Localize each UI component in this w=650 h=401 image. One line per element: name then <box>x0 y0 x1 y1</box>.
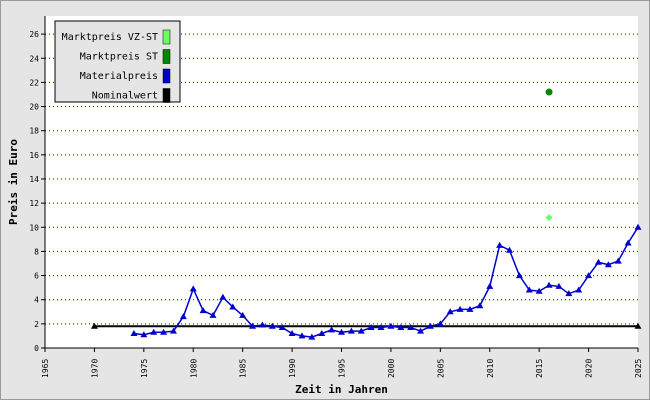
y-tick-label: 22 <box>29 78 39 87</box>
y-tick-label: 24 <box>29 54 39 63</box>
y-tick-label: 2 <box>34 320 39 329</box>
x-tick-label: 2005 <box>436 359 445 378</box>
x-tick-label: 1990 <box>288 359 297 378</box>
legend-swatch <box>162 88 171 103</box>
chart: 024681012141618202224261965 1970 1975 1980 1… <box>7 16 643 396</box>
legend-swatch <box>162 68 171 84</box>
legend-label: Materialpreis <box>80 71 158 82</box>
x-tick-label: 2015 <box>535 359 544 378</box>
x-tick-label: 1995 <box>338 359 347 378</box>
legend-label: Nominalwert <box>92 91 158 102</box>
x-tick-label: 2000 <box>387 359 396 378</box>
x-tick-label: 1965 <box>41 359 50 378</box>
x-tick-label: 1985 <box>239 359 248 378</box>
x-tick-label: 2025 <box>634 359 643 378</box>
legend-swatch <box>162 49 171 64</box>
legend-swatch <box>162 29 171 45</box>
y-tick-label: 10 <box>29 223 39 232</box>
x-axis-title: Zeit in Jahren <box>295 383 388 396</box>
y-tick-label: 14 <box>29 175 39 184</box>
x-tick-label: 1970 <box>90 359 99 378</box>
x-tick-label: 1975 <box>140 359 149 378</box>
legend-label: Marktpreis VZ-ST <box>62 32 158 43</box>
y-tick-label: 0 <box>34 344 39 353</box>
data-point <box>545 88 553 96</box>
y-tick-label: 20 <box>29 103 39 112</box>
y-tick-label: 8 <box>34 247 39 256</box>
y-tick-label: 12 <box>29 199 39 208</box>
x-tick-label: 1980 <box>189 359 198 378</box>
legend-label: Marktpreis ST <box>80 52 158 63</box>
y-tick-label: 26 <box>29 30 39 39</box>
chart-frame: 0 2 4 6 8 10 12 14 16 18 20 22 24 26 1965 1970 1975 1980 1… <box>0 0 650 400</box>
x-tick-label: 2020 <box>585 359 594 378</box>
x-tick-label: 2010 <box>486 359 495 378</box>
y-tick-label: 16 <box>29 151 39 160</box>
y-tick-label: 6 <box>34 272 39 281</box>
y-axis-title: Preis in Euro <box>7 139 20 225</box>
y-tick-label: 4 <box>34 296 39 305</box>
y-tick-label: 18 <box>29 127 39 136</box>
